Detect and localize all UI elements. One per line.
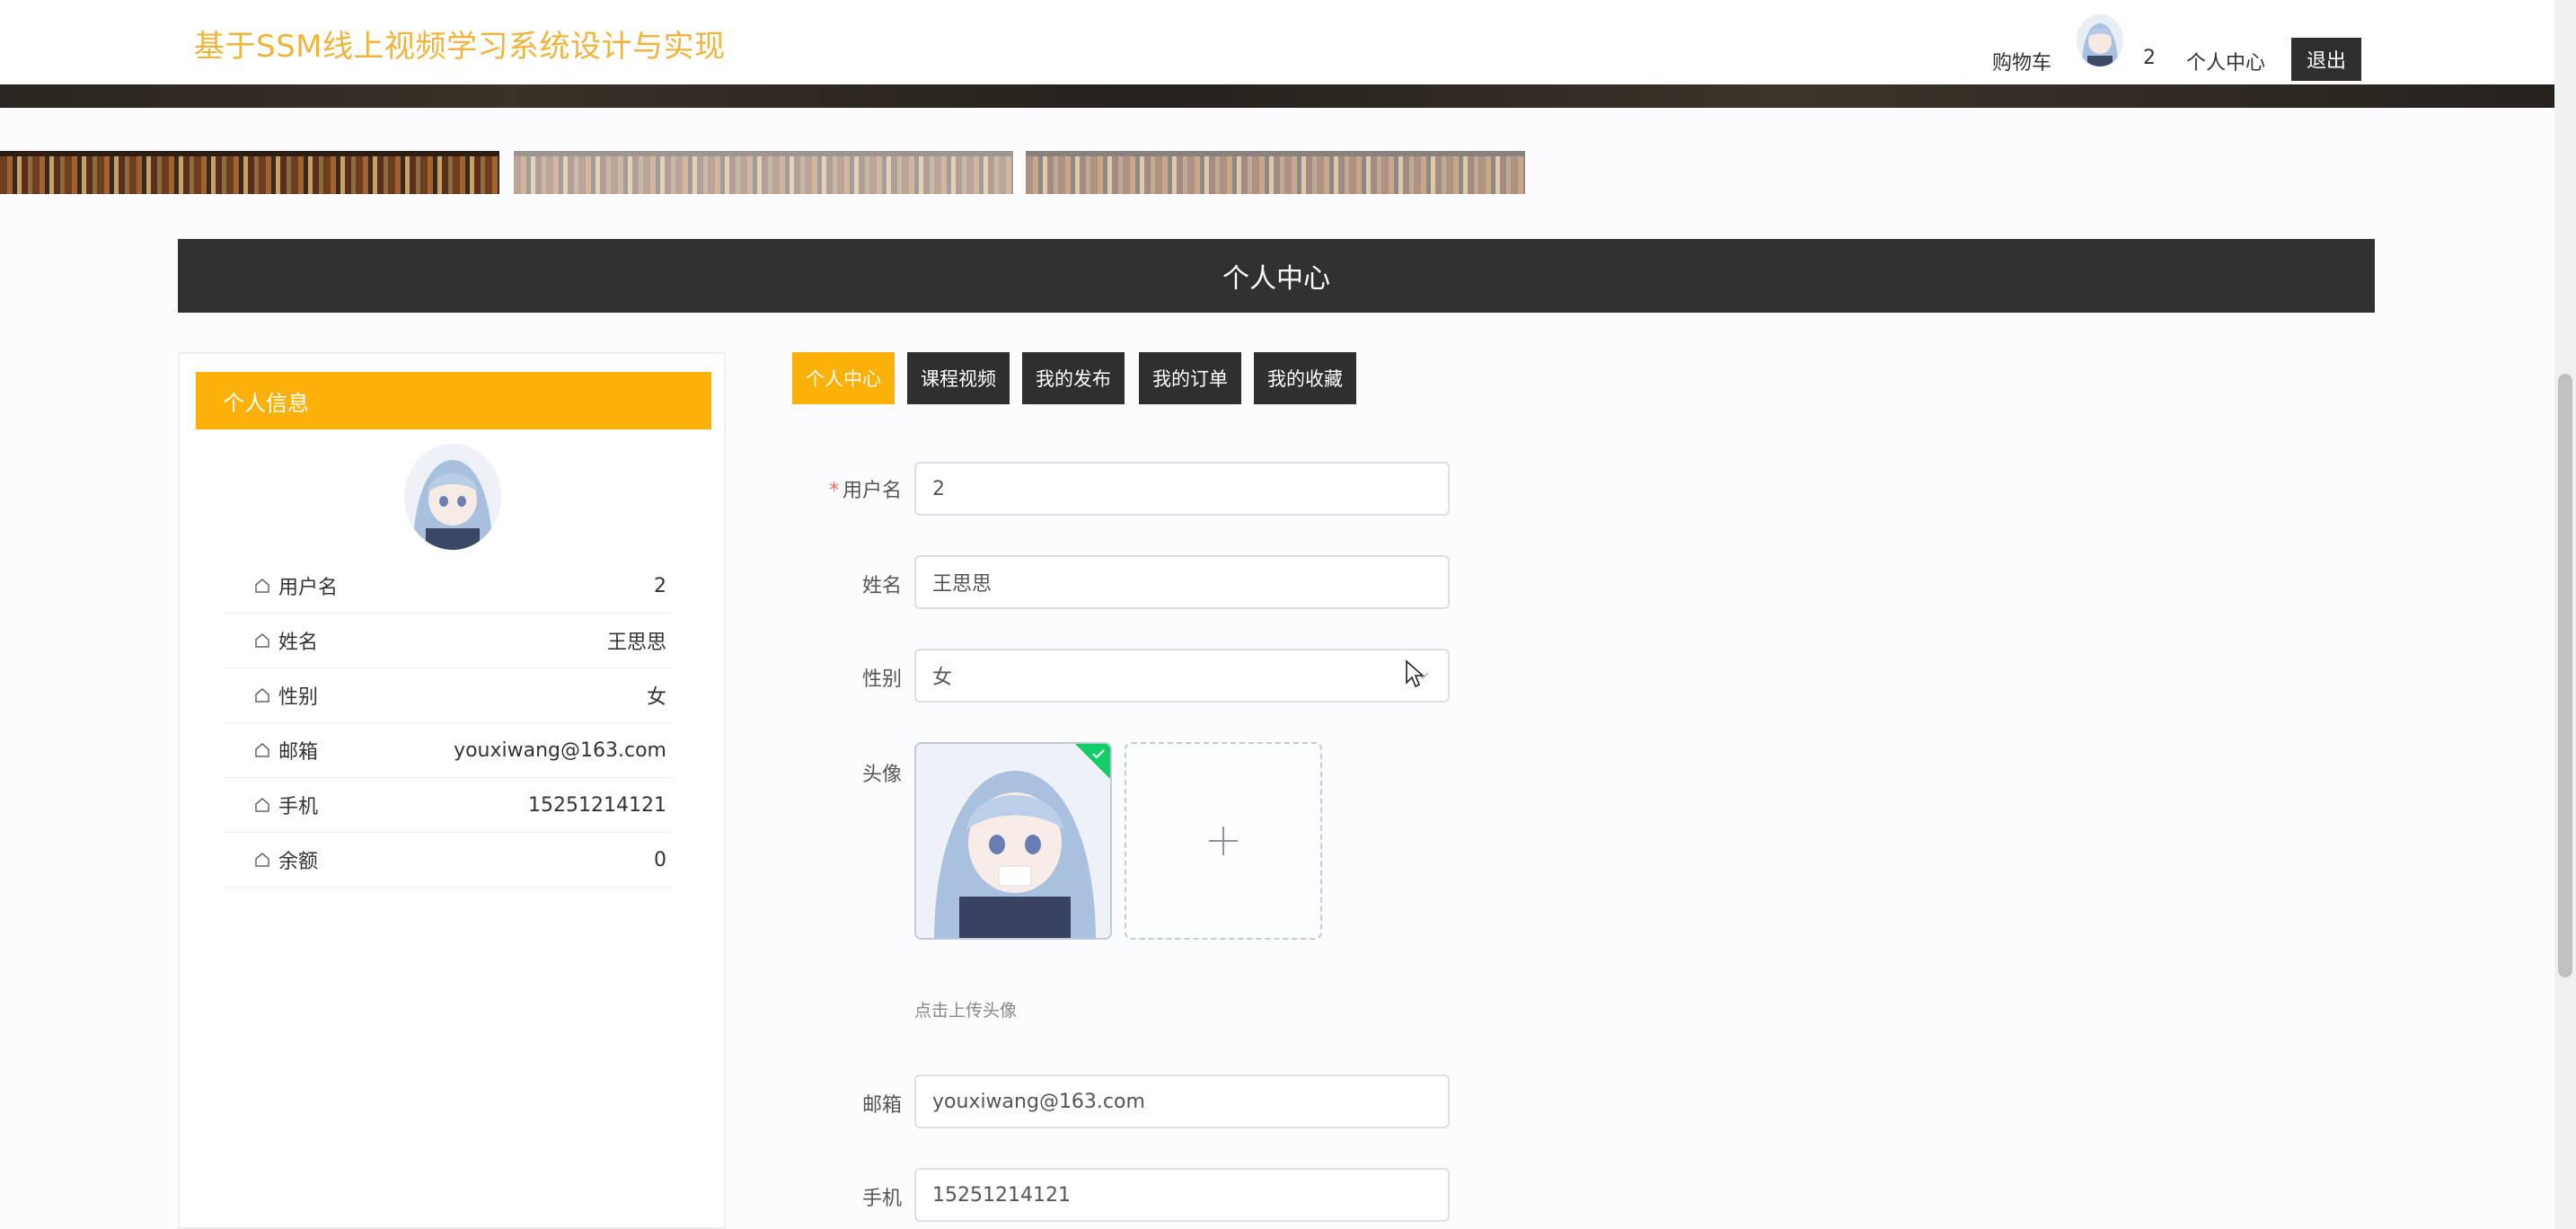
gender-label: 性别	[861, 668, 902, 691]
check-icon	[1092, 749, 1105, 759]
tab-course-videos[interactable]: 课程视频	[907, 352, 1010, 404]
logout-button[interactable]: 退出	[2291, 38, 2361, 81]
avatar-upload-hint: 点击上传头像	[914, 1001, 1018, 1021]
info-value: youxiwang@163.com	[454, 738, 666, 762]
plus-icon	[1209, 827, 1238, 855]
home-icon	[255, 688, 269, 703]
banner-thumbnail[interactable]	[514, 113, 1013, 194]
tab-my-posts[interactable]: 我的发布	[1022, 352, 1125, 404]
profile-card-title: 个人信息	[196, 372, 711, 429]
info-label: 姓名	[278, 632, 319, 654]
info-value: 女	[646, 686, 666, 709]
banner-strip	[0, 84, 2554, 108]
phone-input[interactable]: 15251214121	[914, 1168, 1450, 1222]
site-title[interactable]: 基于SSM线上视频学习系统设计与实现	[194, 22, 726, 66]
scrollbar-thumb[interactable]	[2558, 374, 2572, 977]
gender-selected-value: 女	[932, 667, 953, 689]
info-row-gender: 性别 女	[223, 668, 672, 723]
avatar-preview-image[interactable]	[914, 742, 1112, 940]
info-label: 余额	[278, 851, 319, 873]
bookshelf-image	[1026, 151, 1525, 194]
home-icon	[255, 579, 269, 593]
bookshelf-image	[514, 151, 1013, 194]
top-header: 基于SSM线上视频学习系统设计与实现 购物车 2 个人中心 退出	[0, 0, 2554, 84]
name-input[interactable]: 王思思	[914, 555, 1450, 609]
info-value: 15251214121	[528, 793, 666, 817]
info-row-username: 用户名 2	[223, 559, 672, 614]
section-title-bar: 个人中心	[178, 239, 2375, 313]
username-label: * 用户名	[828, 480, 902, 502]
info-value: 王思思	[606, 632, 666, 654]
avatar-illustration	[404, 444, 501, 550]
nav-username: 2	[2143, 47, 2156, 69]
home-icon	[255, 633, 269, 648]
info-row-name: 姓名 王思思	[223, 614, 672, 668]
info-row-email: 邮箱 youxiwang@163.com	[223, 723, 672, 778]
profile-avatar	[404, 444, 501, 550]
required-mark: *	[828, 480, 839, 502]
info-label: 性别	[278, 686, 319, 709]
section-title: 个人中心	[1222, 263, 1330, 295]
email-input[interactable]: youxiwang@163.com	[914, 1074, 1450, 1128]
info-value: 0	[654, 848, 666, 871]
phone-label: 手机	[861, 1188, 902, 1210]
tab-my-orders[interactable]: 我的订单	[1139, 352, 1241, 404]
home-icon	[255, 798, 269, 812]
banner-thumbnail[interactable]	[0, 113, 499, 194]
profile-info-card: 个人信息 用户名 2 姓名 王思思 性别 女 邮箱 youxiwang@163.…	[178, 352, 726, 1229]
nav-cart-link[interactable]: 购物车	[1992, 47, 2051, 75]
user-avatar[interactable]	[2077, 14, 2123, 66]
gender-select[interactable]: 女	[914, 649, 1450, 703]
avatar-illustration	[2077, 14, 2123, 66]
nav-personal-center-link[interactable]: 个人中心	[2186, 47, 2265, 75]
banner-thumbnail[interactable]	[1026, 113, 1525, 194]
profile-info-list: 用户名 2 姓名 王思思 性别 女 邮箱 youxiwang@163.com 手…	[223, 559, 672, 888]
info-label: 手机	[278, 796, 319, 818]
info-label: 邮箱	[278, 741, 319, 764]
name-label: 姓名	[861, 575, 902, 597]
mouse-cursor-icon	[1406, 659, 1425, 688]
avatar-label: 头像	[861, 764, 902, 786]
info-row-phone: 手机 15251214121	[223, 778, 672, 833]
tab-my-favorites[interactable]: 我的收藏	[1254, 352, 1356, 404]
username-input[interactable]: 2	[914, 462, 1450, 516]
home-icon	[255, 743, 269, 757]
info-label: 用户名	[278, 577, 339, 599]
bookshelf-image	[0, 151, 499, 194]
tab-personal-center[interactable]: 个人中心	[792, 352, 895, 404]
page-scrollbar[interactable]	[2554, 0, 2576, 1229]
info-value: 2	[654, 574, 666, 597]
home-icon	[255, 853, 269, 867]
avatar-illustration	[916, 744, 1110, 938]
email-label: 邮箱	[861, 1094, 902, 1117]
info-row-balance: 余额 0	[223, 833, 672, 888]
avatar-upload-button[interactable]	[1125, 742, 1322, 940]
